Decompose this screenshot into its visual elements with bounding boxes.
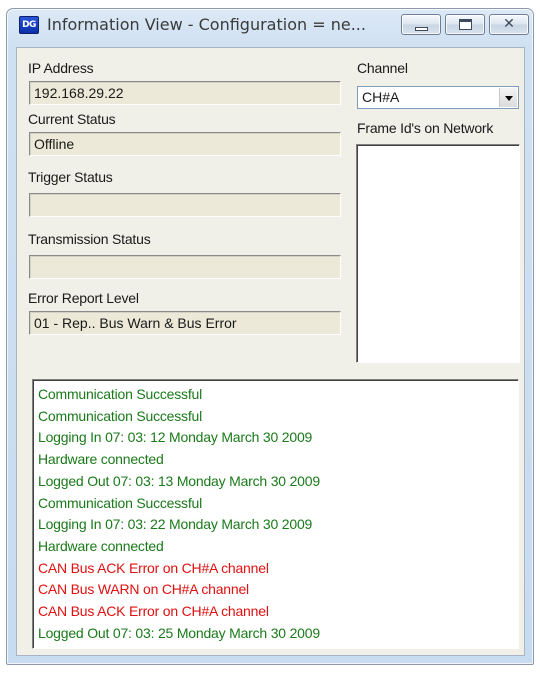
trigger-status-label: Trigger Status [28, 169, 113, 185]
current-status-label: Current Status [28, 111, 116, 127]
channel-selected-value: CH#A [362, 89, 400, 105]
close-button[interactable]: ✕ [489, 14, 529, 35]
log-line: Communication Successful [38, 386, 203, 402]
log-line: Communication Successful [38, 407, 203, 424]
minimize-button[interactable] [401, 14, 441, 35]
current-status-field[interactable]: Offline [29, 132, 341, 156]
log-line: Communication Successful [38, 494, 203, 511]
message-log[interactable]: Communication Successful Communication Su… [32, 379, 519, 649]
frame-ids-label: Frame Id's on Network [357, 120, 494, 136]
chevron-down-icon[interactable] [499, 88, 517, 107]
close-icon: ✕ [503, 16, 515, 32]
trigger-status-field[interactable] [29, 193, 341, 217]
maximize-button[interactable] [445, 14, 485, 35]
channel-select[interactable]: CH#A [357, 86, 519, 109]
frame-ids-list[interactable] [356, 144, 520, 363]
log-line: Logged Out 07: 03: 13 Monday March 30 20… [38, 472, 320, 489]
error-report-level-field[interactable]: 01 - Rep.. Bus Warn & Bus Error [29, 311, 341, 335]
transmission-status-label: Transmission Status [28, 231, 151, 247]
window-title: Information View - Configuration = ne... [47, 15, 366, 34]
maximize-icon [459, 19, 472, 30]
log-line: Logging In 07: 03: 22 Monday March 30 20… [38, 516, 313, 533]
log-line: Hardware connected [38, 537, 164, 554]
title-bar[interactable]: DG Information View - Configuration = ne… [7, 9, 533, 47]
transmission-status-field[interactable] [29, 255, 341, 279]
error-report-level-label: Error Report Level [28, 290, 139, 306]
log-line: CAN Bus ACK Error on CH#A channel [38, 603, 269, 620]
information-view-window: DG Information View - Configuration = ne… [6, 8, 534, 665]
log-line: CAN Bus ACK Error on CH#A channel [38, 559, 269, 576]
minimize-icon [415, 27, 428, 31]
log-line: Logged Out 07: 03: 25 Monday March 30 20… [38, 624, 320, 641]
ip-address-label: IP Address [28, 60, 94, 76]
channel-label: Channel [357, 60, 408, 76]
log-line: Logging In 07: 03: 12 Monday March 30 20… [38, 429, 313, 446]
log-line: CAN Bus WARN on CH#A channel [38, 581, 249, 598]
log-line: Hardware connected [38, 451, 164, 468]
app-logo-icon[interactable]: DG [19, 16, 39, 34]
client-area: IP Address 192.168.29.22 Current Status … [16, 47, 525, 656]
ip-address-field[interactable]: 192.168.29.22 [29, 81, 341, 105]
